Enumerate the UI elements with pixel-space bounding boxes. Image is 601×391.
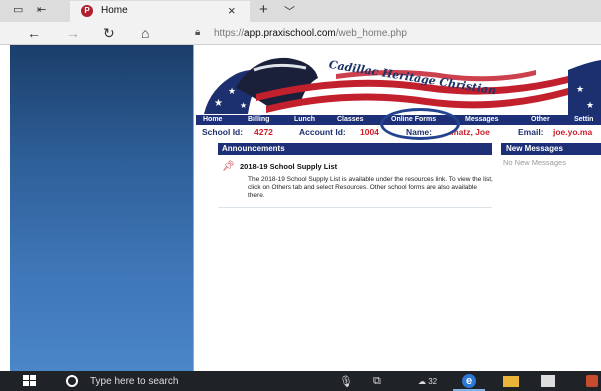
pushpin-icon: 📌︎ [222,161,235,172]
menu-home[interactable]: Home [203,115,222,125]
email-value: joe.yo.ma [553,127,593,137]
menu-settings[interactable]: Settin [574,115,593,125]
star-icon: ★ [214,98,223,109]
screen: ▭ ⇤ P Home × + ﹀ ← → ↻ ⌂ 🔒︎ https://app.… [0,0,601,391]
badge-count: 32 [428,377,438,386]
no-messages-text: No New Messages [503,158,566,167]
browser-nav-bar: ← → ↻ ⌂ 🔒︎ https://app.praxischool.com/w… [0,22,601,45]
school-id-value: 4272 [254,127,273,137]
announcement-divider [218,207,492,208]
edge-browser-icon[interactable]: e [462,374,476,388]
lock-icon: 🔒︎ [195,27,201,38]
school-id-label: School Id: [202,127,244,137]
store-icon[interactable] [541,375,555,387]
highlight-oval [380,108,460,140]
star-icon: ★ [586,100,594,110]
panel-divider [193,45,194,371]
new-messages-header: New Messages [501,143,601,155]
browser-tab-bar: ▭ ⇤ P Home × + ﹀ [0,0,601,22]
announcements-header: Announcements [218,143,492,155]
task-view-icon[interactable]: ⧉ [373,375,381,388]
announcement-title[interactable]: 2018-19 School Supply List [240,162,337,171]
close-tab-icon[interactable]: × [228,3,236,18]
new-tab-icon[interactable]: + [259,1,268,18]
announcement-body: The 2018-19 School Supply List is availa… [248,176,493,199]
taskbar-search-input[interactable]: Type here to search [90,376,178,387]
weather-icon[interactable]: ☁ 32 [418,377,437,386]
windows-start-icon[interactable] [23,375,37,387]
back-arrow-icon[interactable]: ← [27,25,41,41]
file-explorer-icon[interactable] [503,376,519,387]
set-aside-tabs-icon[interactable]: ⇤ [37,5,50,16]
star-icon: ★ [228,86,236,96]
menu-billing[interactable]: Billing [248,115,269,125]
menu-lunch[interactable]: Lunch [294,115,315,125]
tab-title: Home [101,5,128,16]
email-label: Email: [518,127,544,137]
home-icon[interactable]: ⌂ [141,25,149,41]
chevron-down-icon[interactable]: ﹀ [284,3,295,19]
school-banner: ★ ★ ★ ★ ★ Cadillac Heritage Christian [196,48,601,116]
tab-manager-icon[interactable]: ▭ [13,5,26,16]
menu-messages[interactable]: Messages [465,115,498,125]
microphone-icon[interactable]: 🎙︎ [339,375,353,388]
windows-taskbar: Type here to search 🎙︎ ⧉ ☁ 32 e [0,371,601,391]
cortana-icon[interactable] [66,375,78,387]
star-field-right [568,60,601,116]
url-text: https://app.praxischool.com/web_home.php [214,28,407,39]
refresh-icon[interactable]: ↻ [103,25,115,41]
left-gradient-panel [10,45,193,371]
menu-other[interactable]: Other [531,115,550,125]
browser-tab-home[interactable]: P Home × [70,1,250,22]
star-icon: ★ [240,101,247,110]
app-icon[interactable] [586,375,598,387]
address-bar[interactable]: 🔒︎ https://app.praxischool.com/web_home.… [190,25,601,42]
forward-arrow-icon[interactable]: → [66,25,80,41]
menu-classes[interactable]: Classes [337,115,363,125]
star-icon: ★ [576,84,584,94]
account-id-label: Account Id: [299,127,346,137]
praxi-favicon-icon: P [81,5,93,17]
account-id-value: 1004 [360,127,379,137]
